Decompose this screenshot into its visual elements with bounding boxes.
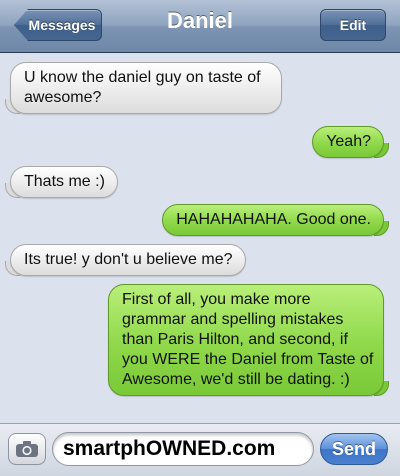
incoming-message: U know the daniel guy on taste of awesom… xyxy=(5,62,282,114)
nav-bar: Messages Daniel Edit xyxy=(0,0,400,53)
compose-bar: smartphOWNED.com Send xyxy=(0,423,400,476)
incoming-message: Its true! y don't u believe me? xyxy=(5,244,246,276)
edit-button[interactable]: Edit xyxy=(320,9,386,41)
outgoing-message: First of all, you make more grammar and … xyxy=(108,284,389,396)
camera-button[interactable] xyxy=(8,433,46,465)
camera-icon xyxy=(16,441,38,457)
send-button[interactable]: Send xyxy=(320,433,388,465)
outgoing-message: HAHAHAHAHA. Good one. xyxy=(162,204,389,236)
message-input[interactable]: smartphOWNED.com xyxy=(52,432,314,466)
incoming-message: Thats me :) xyxy=(5,166,118,198)
outgoing-message: Yeah? xyxy=(312,126,389,158)
